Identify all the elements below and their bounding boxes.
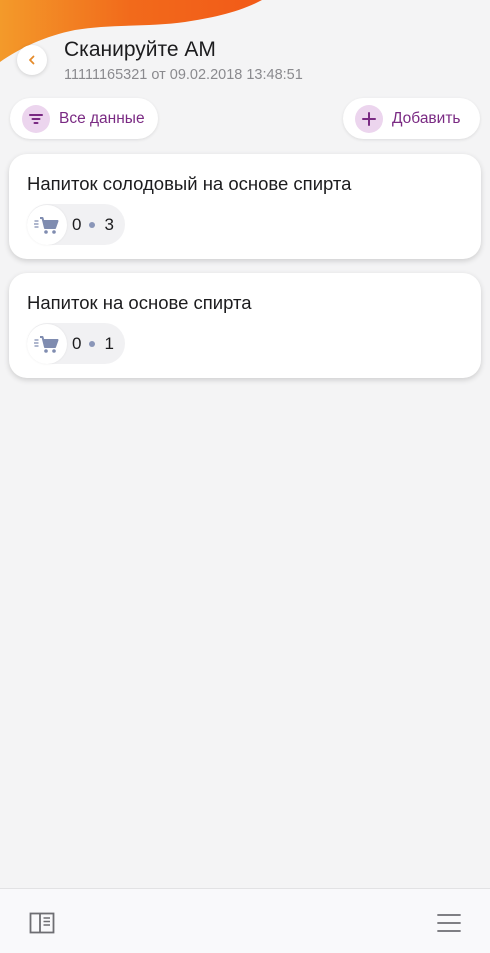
count-scanned: 0 (72, 214, 82, 234)
page-subtitle: 11111165321 от 09.02.2018 13:48:51 (64, 67, 303, 83)
page-title: Сканируйте АМ (64, 38, 216, 61)
back-button[interactable] (17, 45, 47, 75)
count-scanned: 0 (72, 333, 82, 353)
chevron-left-icon (29, 55, 35, 65)
filter-button[interactable]: Все данные (10, 98, 158, 139)
separator-dot (89, 221, 96, 228)
add-button[interactable]: Добавить (343, 98, 480, 139)
bottom-navigation (0, 888, 490, 953)
count-total: 3 (104, 214, 114, 234)
filter-label: Все данные (59, 109, 145, 127)
header: Сканируйте АМ 11111165321 от 09.02.2018 … (0, 30, 490, 90)
item-title: Напиток солодовый на основе спирта (27, 173, 352, 194)
plus-icon (355, 104, 383, 133)
book-icon[interactable] (29, 911, 55, 935)
add-label: Добавить (392, 109, 461, 127)
list-item[interactable]: Напиток солодовый на основе спирта 0 3 (9, 154, 481, 259)
item-title: Напиток на основе спирта (27, 292, 252, 313)
count-chip: 0 3 (27, 204, 125, 245)
count-total: 1 (104, 333, 114, 353)
filter-icon (22, 104, 50, 133)
cart-icon (27, 204, 67, 245)
separator-dot (89, 340, 96, 347)
menu-icon[interactable] (436, 911, 462, 935)
cart-icon (27, 323, 67, 364)
count-chip: 0 1 (27, 323, 125, 364)
list-item[interactable]: Напиток на основе спирта 0 1 (9, 273, 481, 378)
